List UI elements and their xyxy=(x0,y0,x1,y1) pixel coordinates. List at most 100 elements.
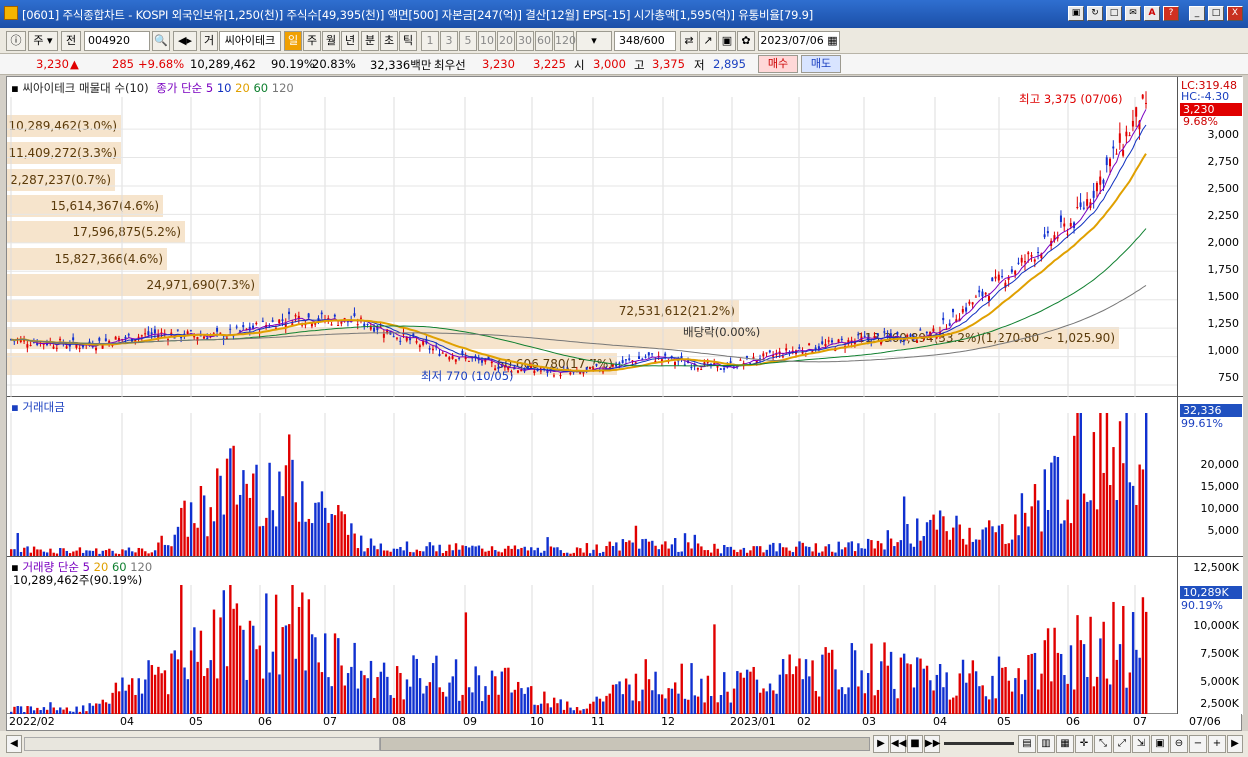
link-icon[interactable]: ▣ xyxy=(1068,6,1084,21)
volume-bar xyxy=(631,700,634,714)
zoom-out-icon[interactable]: ⊖ xyxy=(1170,735,1188,753)
scrollbar-thumb[interactable] xyxy=(380,737,870,751)
volume-bar xyxy=(157,542,160,556)
volume-chart-svg[interactable] xyxy=(7,557,1177,715)
interval-60[interactable]: 60 xyxy=(535,31,553,51)
custom-interval-select[interactable]: ▾ xyxy=(576,31,612,51)
y-label: 1,500 xyxy=(1207,290,1240,303)
period-day[interactable]: 일 xyxy=(284,31,302,51)
volume-bar xyxy=(350,523,353,556)
font-icon[interactable]: A xyxy=(1144,6,1160,21)
volume-bar xyxy=(500,552,504,556)
mail-icon[interactable]: ✉ xyxy=(1125,6,1141,21)
period-tick[interactable]: 틱 xyxy=(399,31,417,51)
scroll-left-button[interactable]: ◀ xyxy=(6,735,22,753)
amount-y-axis[interactable]: 32,336 99.61% 20,000 15,000 10,000 5,000 xyxy=(1177,397,1243,556)
volume-y-axis[interactable]: 12,500K 10,289K 90.19% 10,000K 7,500K 5,… xyxy=(1177,557,1243,715)
amount-chart-svg[interactable] xyxy=(7,397,1177,557)
speaker-icon[interactable]: ◀▸ xyxy=(173,31,197,51)
period-month[interactable]: 월 xyxy=(322,31,340,51)
candle xyxy=(533,370,536,374)
market-select[interactable]: 주 ▾ xyxy=(28,31,58,51)
minimize-button[interactable]: _ xyxy=(1189,6,1205,21)
volume-bar xyxy=(454,659,458,714)
interval-20[interactable]: 20 xyxy=(497,31,515,51)
candle xyxy=(611,364,614,367)
layout-icon[interactable]: ▤ xyxy=(1018,735,1036,753)
maximize-button[interactable]: □ xyxy=(1208,6,1224,21)
close-button[interactable]: X xyxy=(1227,6,1243,21)
volume-bar xyxy=(343,514,347,556)
magnifier-icon[interactable]: 🔍 xyxy=(152,31,170,51)
candle xyxy=(942,317,945,321)
speed-slider[interactable] xyxy=(944,742,1014,745)
volume-bar xyxy=(245,483,248,556)
period-minute[interactable]: 분 xyxy=(361,31,379,51)
volume-bar xyxy=(245,679,248,714)
candle xyxy=(618,362,621,365)
interval-10[interactable]: 10 xyxy=(478,31,496,51)
interval-3[interactable]: 3 xyxy=(440,31,458,51)
window-icon[interactable]: □ xyxy=(1106,6,1122,21)
layout-icon[interactable]: ▥ xyxy=(1037,735,1055,753)
arrows-icon[interactable]: ⤢ xyxy=(1113,735,1131,753)
volume-bar xyxy=(297,521,301,556)
fast-forward-button[interactable]: ▶▶ xyxy=(924,735,940,753)
volume-bar xyxy=(850,541,854,556)
plus-icon[interactable]: + xyxy=(1208,735,1226,753)
swap-icon[interactable]: ⇄ xyxy=(680,31,698,51)
interval-30[interactable]: 30 xyxy=(516,31,534,51)
volume-bar xyxy=(876,689,880,714)
crosshair-icon[interactable]: ✛ xyxy=(1075,735,1093,753)
period-week[interactable]: 주 xyxy=(303,31,321,51)
volume-bar xyxy=(98,703,101,714)
minus-icon[interactable]: − xyxy=(1189,735,1207,753)
volume-bar xyxy=(235,603,239,714)
sell-button[interactable]: 매도 xyxy=(801,55,841,73)
count-total: /600 xyxy=(640,34,665,47)
buy-button[interactable]: 매수 xyxy=(758,55,798,73)
candle xyxy=(729,361,732,363)
volume-bar xyxy=(759,692,762,714)
volume-bar xyxy=(844,694,847,714)
scroll-right-end-button[interactable]: ▶ xyxy=(1227,735,1243,753)
period-second[interactable]: 초 xyxy=(380,31,398,51)
volume-bar xyxy=(749,671,752,714)
scrollbar-track[interactable] xyxy=(24,737,380,751)
count-field[interactable]: 348/600 xyxy=(614,31,676,51)
date-field[interactable]: 2023/07/06 ▦ xyxy=(758,31,840,51)
stop-button[interactable]: ■ xyxy=(907,735,923,753)
rewind-button[interactable]: ◀◀ xyxy=(890,735,906,753)
chart-area[interactable]: ▪ 씨아이테크 매물대 수(10) 종가 단순 5 10 20 60 120 1… xyxy=(6,76,1243,715)
table-icon[interactable]: ▣ xyxy=(1151,735,1169,753)
volume-pane[interactable]: ▪ 거래량 단순 5 20 60 120 10,289,462주(90.19%)… xyxy=(7,557,1243,715)
x-axis[interactable]: 2022/02 04 05 06 07 08 09 10 11 12 2023/… xyxy=(6,714,1242,731)
interval-5[interactable]: 5 xyxy=(459,31,477,51)
volume-bar xyxy=(209,507,212,556)
arrows-icon[interactable]: ⇲ xyxy=(1132,735,1150,753)
volume-bar xyxy=(1066,683,1069,714)
price-pane[interactable]: ▪ 씨아이테크 매물대 수(10) 종가 단순 5 10 20 60 120 1… xyxy=(7,77,1243,397)
code-input[interactable]: 004920 xyxy=(84,31,150,51)
candle xyxy=(582,372,585,374)
volume-bar xyxy=(971,541,975,556)
arrows-icon[interactable]: ⤡ xyxy=(1094,735,1112,753)
amount-pane[interactable]: ▪ 거래대금 32,336 99.61% 20,000 15,000 10,00… xyxy=(7,397,1243,557)
interval-120[interactable]: 120 xyxy=(554,31,576,51)
prev-button[interactable]: 전 xyxy=(61,31,81,51)
settings-icon[interactable]: ✿ xyxy=(737,31,755,51)
save-icon[interactable]: ▣ xyxy=(718,31,736,51)
price-y-axis[interactable]: LC:319.48 HC:-4.30 3,230 9.68% 3,000 2,7… xyxy=(1177,77,1243,396)
volume-bar xyxy=(556,547,559,556)
interval-1[interactable]: 1 xyxy=(421,31,439,51)
scroll-right-button[interactable]: ▶ xyxy=(873,735,889,753)
help-icon[interactable]: ? xyxy=(1163,6,1179,21)
info-icon[interactable]: ⓘ xyxy=(6,31,26,51)
chart-tool-icon[interactable]: ↗ xyxy=(699,31,717,51)
layout-icon[interactable]: ▦ xyxy=(1056,735,1074,753)
price-chart-svg[interactable] xyxy=(7,77,1177,397)
refresh-icon[interactable]: ↻ xyxy=(1087,6,1103,21)
volume-bar xyxy=(157,666,160,714)
stock-name[interactable]: 씨아이테크 xyxy=(219,31,281,51)
period-year[interactable]: 년 xyxy=(341,31,359,51)
